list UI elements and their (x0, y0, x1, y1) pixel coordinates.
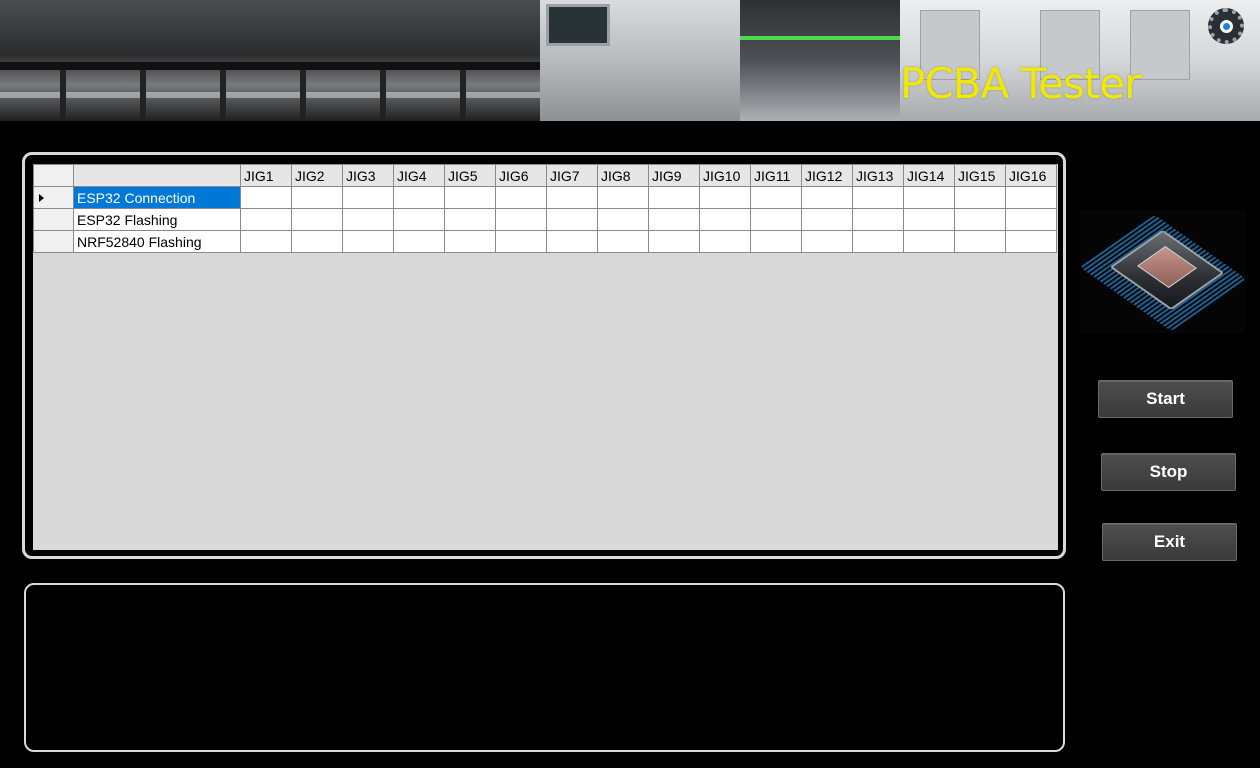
jig-result-cell[interactable] (291, 230, 343, 253)
jig-result-cell[interactable] (903, 208, 955, 231)
jig-result-cell[interactable] (852, 208, 904, 231)
jig-result-cell[interactable] (342, 230, 394, 253)
table-row[interactable]: ESP32 Flashing (33, 208, 1057, 231)
column-header-jig[interactable]: JIG10 (699, 164, 751, 187)
start-button[interactable]: Start (1098, 380, 1233, 418)
jig-result-cell[interactable] (699, 208, 751, 231)
jig-result-cell[interactable] (240, 208, 292, 231)
row-header[interactable] (33, 186, 74, 209)
jig-result-cell[interactable] (495, 208, 547, 231)
banner-machine-image (740, 0, 900, 121)
row-header-corner[interactable] (33, 164, 74, 187)
table-row[interactable]: ESP32 Connection (33, 186, 1057, 209)
jig-result-cell[interactable] (648, 230, 700, 253)
jig-result-cell[interactable] (1005, 230, 1057, 253)
jig-result-cell[interactable] (1005, 186, 1057, 209)
jig-result-cell[interactable] (597, 230, 649, 253)
chip-image (1079, 210, 1247, 333)
jig-result-cell[interactable] (1005, 208, 1057, 231)
exit-button[interactable]: Exit (1102, 523, 1237, 561)
jig-result-cell[interactable] (444, 230, 496, 253)
column-header-jig[interactable]: JIG7 (546, 164, 598, 187)
jig-result-cell[interactable] (444, 186, 496, 209)
task-cell[interactable]: NRF52840 Flashing (73, 230, 241, 253)
jig-result-cell[interactable] (648, 186, 700, 209)
column-header-jig[interactable]: JIG9 (648, 164, 700, 187)
stop-button[interactable]: Stop (1101, 453, 1236, 491)
jig-result-cell[interactable] (699, 230, 751, 253)
jig-result-cell[interactable] (801, 230, 853, 253)
jig-result-cell[interactable] (546, 230, 598, 253)
jig-result-cell[interactable] (801, 208, 853, 231)
jig-result-cell[interactable] (903, 230, 955, 253)
task-cell[interactable]: ESP32 Connection (73, 186, 241, 209)
column-header-jig[interactable]: JIG8 (597, 164, 649, 187)
column-header-jig[interactable]: JIG6 (495, 164, 547, 187)
jig-result-cell[interactable] (597, 186, 649, 209)
jig-result-cell[interactable] (750, 186, 802, 209)
jig-result-cell[interactable] (342, 186, 394, 209)
column-header-jig[interactable]: JIG13 (852, 164, 904, 187)
test-table: JIG1 JIG2 JIG3 JIG4 JIG5 JIG6 JIG7 JIG8 JIG9 JIG1… (33, 164, 1057, 253)
jig-result-cell[interactable] (495, 230, 547, 253)
jig-result-cell[interactable] (444, 208, 496, 231)
row-header[interactable] (33, 208, 74, 231)
table-header-row: JIG1 JIG2 JIG3 JIG4 JIG5 JIG6 JIG7 JIG8 JIG9 JIG1… (33, 164, 1057, 187)
column-header-jig[interactable]: JIG3 (342, 164, 394, 187)
jig-result-cell[interactable] (954, 208, 1006, 231)
jig-result-cell[interactable] (240, 186, 292, 209)
jig-result-cell[interactable] (495, 186, 547, 209)
jig-result-cell[interactable] (240, 230, 292, 253)
jig-result-cell[interactable] (750, 208, 802, 231)
task-cell[interactable]: ESP32 Flashing (73, 208, 241, 231)
jig-result-cell[interactable] (648, 208, 700, 231)
app-title: PCBA Tester (900, 59, 1141, 108)
jig-result-cell[interactable] (546, 186, 598, 209)
table-row[interactable]: NRF52840 Flashing (33, 230, 1057, 253)
jig-result-cell[interactable] (342, 208, 394, 231)
column-header-jig[interactable]: JIG1 (240, 164, 292, 187)
jig-result-cell[interactable] (903, 186, 955, 209)
gear-icon[interactable] (1208, 8, 1244, 44)
jig-result-cell[interactable] (291, 208, 343, 231)
test-grid-panel: JIG1 JIG2 JIG3 JIG4 JIG5 JIG6 JIG7 JIG8 JIG9 JIG1… (22, 152, 1066, 559)
column-header-jig[interactable]: JIG14 (903, 164, 955, 187)
jig-result-cell[interactable] (954, 230, 1006, 253)
jig-result-cell[interactable] (699, 186, 751, 209)
jig-result-cell[interactable] (750, 230, 802, 253)
jig-result-cell[interactable] (852, 186, 904, 209)
jig-result-cell[interactable] (393, 208, 445, 231)
column-header-jig[interactable]: JIG2 (291, 164, 343, 187)
jig-result-cell[interactable] (291, 186, 343, 209)
app-window: PCBA Tester JIG1 JIG2 JIG3 JIG4 JIG5 JIG6 JIG7… (0, 0, 1260, 768)
jig-result-cell[interactable] (393, 186, 445, 209)
column-header-jig[interactable]: JIG11 (750, 164, 802, 187)
jig-result-cell[interactable] (546, 208, 598, 231)
jig-result-cell[interactable] (393, 230, 445, 253)
column-header-jig[interactable]: JIG12 (801, 164, 853, 187)
column-header-jig[interactable]: JIG4 (393, 164, 445, 187)
banner-machine-image (540, 0, 740, 121)
column-header-jig[interactable]: JIG5 (444, 164, 496, 187)
column-header-jig[interactable]: JIG15 (954, 164, 1006, 187)
log-panel[interactable] (24, 583, 1065, 752)
row-header[interactable] (33, 230, 74, 253)
header-banner: PCBA Tester (0, 0, 1260, 121)
column-header-task[interactable] (73, 164, 241, 187)
jig-result-cell[interactable] (852, 230, 904, 253)
jig-result-cell[interactable] (801, 186, 853, 209)
test-grid[interactable]: JIG1 JIG2 JIG3 JIG4 JIG5 JIG6 JIG7 JIG8 JIG9 JIG1… (33, 164, 1058, 550)
banner-machine-image (0, 0, 560, 121)
column-header-jig[interactable]: JIG16 (1005, 164, 1057, 187)
current-row-arrow-icon (39, 194, 44, 202)
jig-result-cell[interactable] (597, 208, 649, 231)
jig-result-cell[interactable] (954, 186, 1006, 209)
